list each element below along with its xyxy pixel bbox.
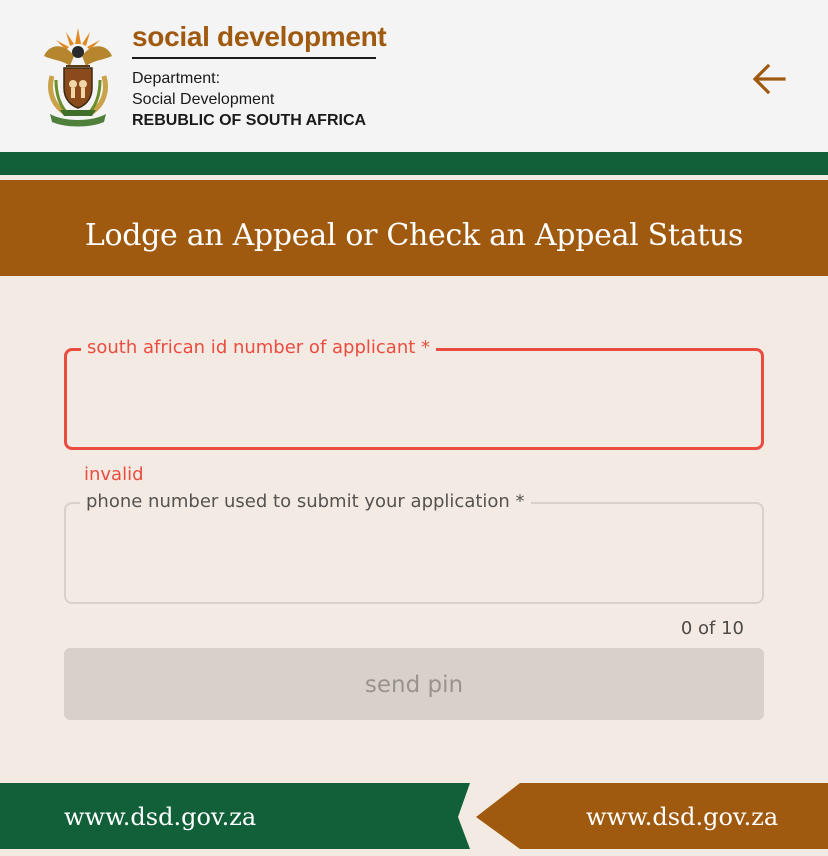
brand-title: social development [132, 21, 387, 52]
phone-number-label: phone number used to submit your applica… [80, 491, 531, 513]
page-title: Lodge an Appeal or Check an Appeal Statu… [84, 218, 744, 253]
arrow-left-icon[interactable] [748, 58, 790, 100]
brand-block: social development Department: Social De… [132, 20, 387, 132]
footer-link-left[interactable]: www.dsd.gov.za [64, 783, 256, 851]
coat-of-arms-icon [44, 28, 112, 127]
site-header: social development Department: Social De… [0, 0, 828, 152]
page-banner: Lodge an Appeal or Check an Appeal Statu… [0, 180, 828, 276]
id-number-input[interactable] [83, 379, 747, 425]
phone-number-field[interactable]: phone number used to submit your applica… [64, 491, 764, 604]
id-number-field[interactable]: south african id number of applicant * [64, 337, 764, 450]
id-number-label: south african id number of applicant * [81, 337, 437, 359]
footer-link-right[interactable]: www.dsd.gov.za [586, 783, 778, 851]
phone-number-input[interactable] [82, 532, 746, 578]
department-name: Social Development [132, 91, 275, 108]
green-stripe [0, 152, 828, 175]
id-number-error: invalid [84, 464, 144, 485]
brand-divider [132, 57, 376, 59]
site-footer: www.dsd.gov.za www.dsd.gov.za [0, 783, 828, 849]
phone-character-counter: 0 of 10 [680, 618, 744, 639]
country-name: REBUBLIC OF SOUTH AFRICA [132, 112, 367, 129]
send-pin-button[interactable]: send pin [64, 648, 764, 720]
department-label: Department: [132, 70, 221, 87]
